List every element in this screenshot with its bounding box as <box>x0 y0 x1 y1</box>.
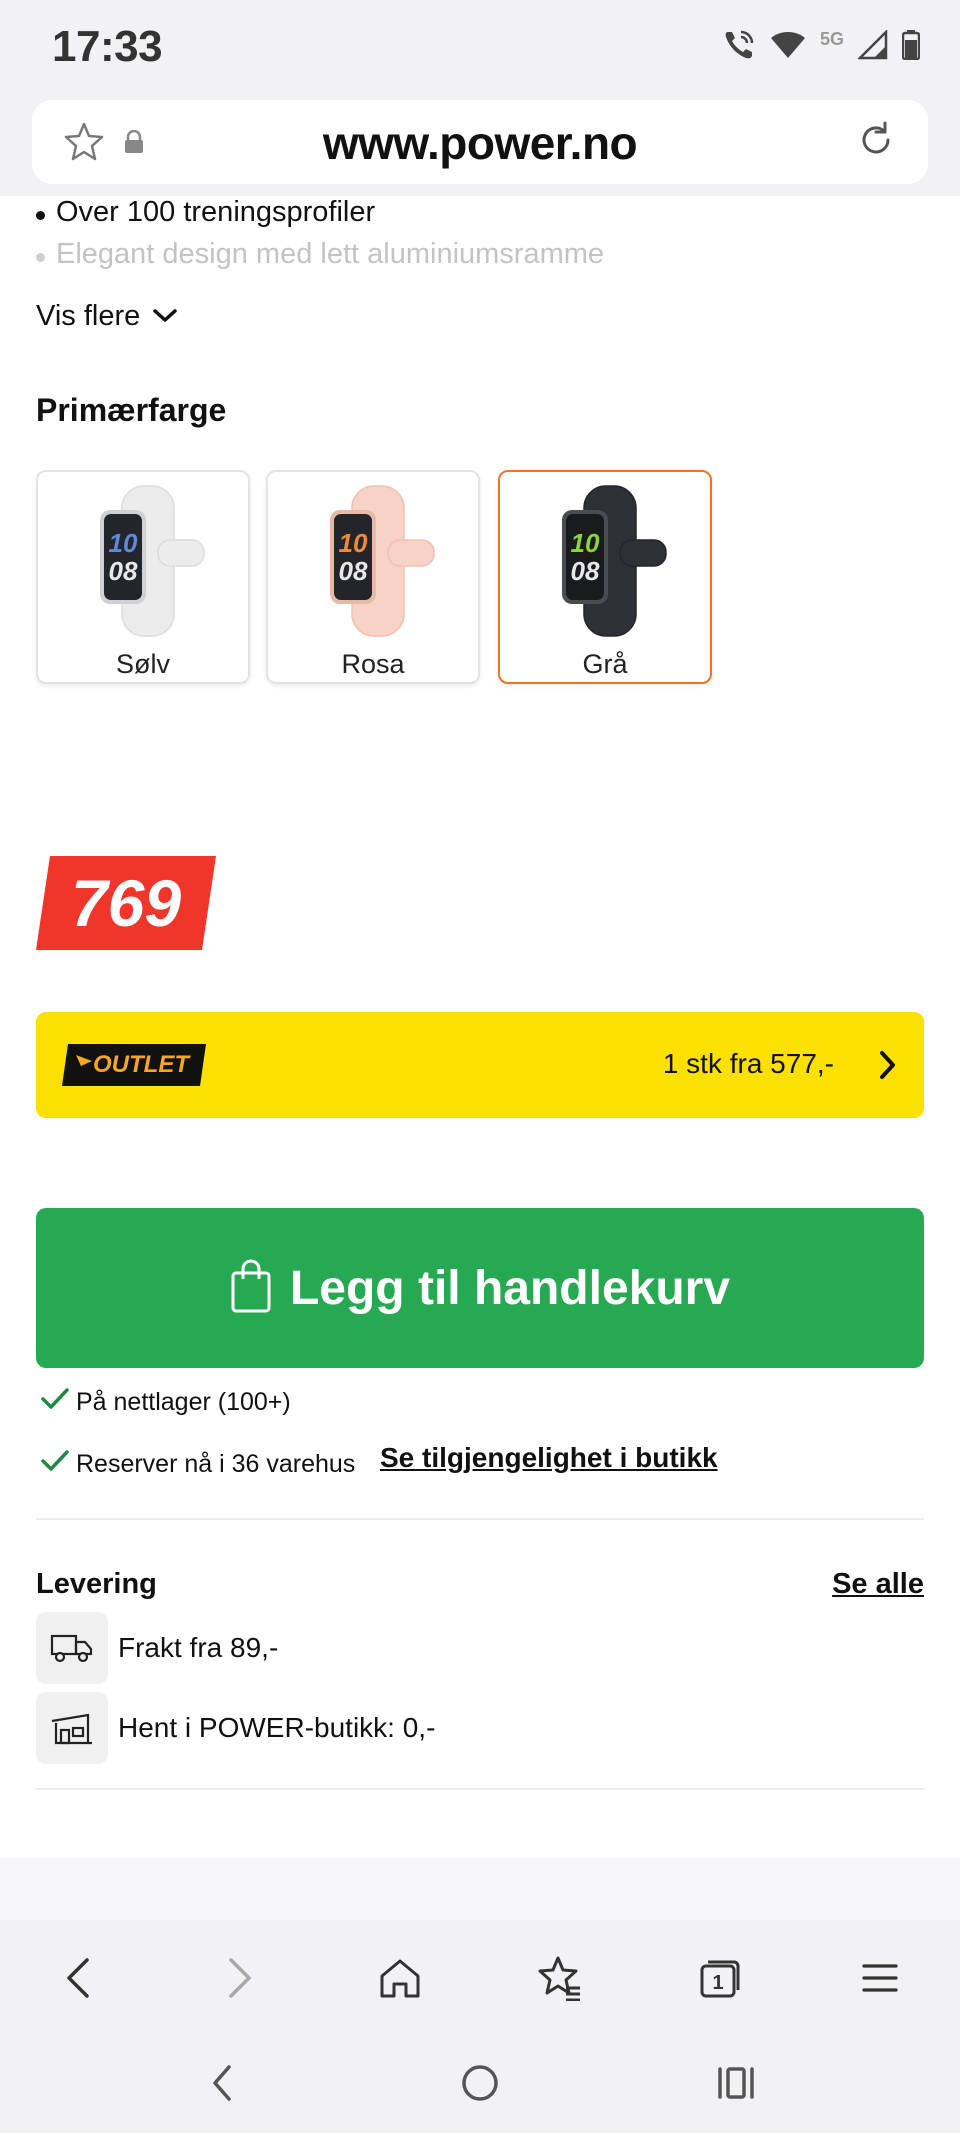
color-option-label: Rosa <box>341 649 405 679</box>
color-option-label: Grå <box>582 649 628 679</box>
outlet-offer-text: 1 stk fra 577,- <box>662 1048 834 1079</box>
svg-text:08: 08 <box>571 556 600 586</box>
wifi-icon <box>770 30 806 60</box>
stock-reserve-text: Reserver nå i 36 varehus <box>76 1450 356 1478</box>
home-icon[interactable] <box>370 1950 430 2006</box>
tabs-count: 1 <box>712 1972 723 1994</box>
chevron-right-icon <box>876 1048 900 1087</box>
wifi-call-icon <box>722 28 756 62</box>
watch-image-pink: 10 08 <box>330 485 435 637</box>
delivery-option-shipping: Frakt fra 89,- <box>36 1612 278 1684</box>
bookmarks-icon[interactable] <box>530 1950 590 2006</box>
feature-item: Over 100 treningsprofiler <box>35 196 376 228</box>
signal-icon <box>858 30 888 60</box>
delivery-option-pickup: Hent i POWER-butikk: 0,- <box>36 1692 435 1764</box>
color-option-solv[interactable]: 10 08 Sølv <box>36 470 250 684</box>
feature-item: Elegant design med lett aluminiumsramme <box>35 238 605 270</box>
checkmark-icon <box>40 1386 70 1419</box>
url-text[interactable]: www.power.no <box>32 116 928 170</box>
add-to-cart-label: Legg til handlekurv <box>289 1261 731 1315</box>
delivery-see-all-link[interactable]: Se alle <box>832 1568 924 1601</box>
outlet-offer-banner[interactable]: OUTLET 1 stk fra 577,- <box>36 1012 924 1118</box>
forward-icon[interactable] <box>210 1950 270 2006</box>
nav-recents-icon[interactable] <box>706 2058 766 2108</box>
svg-text:10: 10 <box>109 528 138 558</box>
watch-image-silver: 10 08 <box>100 485 205 637</box>
nav-back-icon[interactable] <box>192 2058 252 2108</box>
stock-online-text: På nettlager (100+) <box>76 1388 291 1416</box>
status-bar: 17:33 5G <box>0 0 960 96</box>
battery-icon <box>902 30 920 60</box>
store-availability-link[interactable]: Se tilgjengelighet i butikk <box>380 1442 718 1474</box>
status-icons: 5G <box>722 28 920 62</box>
svg-text:08: 08 <box>109 556 138 586</box>
watch-image-grey: 10 08 <box>562 485 667 637</box>
shopping-bag-icon <box>230 1259 272 1318</box>
truck-icon <box>36 1612 108 1684</box>
tabs-icon[interactable]: 1 <box>690 1950 750 2006</box>
color-option-gra[interactable]: 10 08 Grå <box>498 470 712 684</box>
color-option-label: Sølv <box>116 649 170 679</box>
system-nav-bar <box>0 2030 960 2133</box>
menu-icon[interactable] <box>850 1950 910 2006</box>
reload-icon[interactable] <box>854 118 898 167</box>
status-time: 17:33 <box>52 22 163 71</box>
color-option-rosa[interactable]: 10 08 Rosa <box>266 470 480 684</box>
svg-text:08: 08 <box>339 556 368 586</box>
stock-reserve: Reserver nå i 36 varehus <box>40 1448 355 1481</box>
browser-address-area: www.power.no <box>0 96 960 196</box>
network-type: 5G <box>819 28 844 49</box>
add-to-cart-button[interactable]: Legg til handlekurv <box>36 1208 924 1368</box>
nav-home-icon[interactable] <box>450 2058 510 2108</box>
price-tag: 769 <box>36 856 216 955</box>
address-bar[interactable]: www.power.no <box>32 100 928 184</box>
delivery-title: Levering <box>36 1568 157 1600</box>
stock-online: På nettlager (100+) <box>40 1386 291 1419</box>
color-section-title: Primærfarge <box>36 392 227 428</box>
outlet-badge-text: OUTLET <box>93 1051 189 1078</box>
svg-text:10: 10 <box>571 528 600 558</box>
price-value: 769 <box>70 866 182 940</box>
back-icon[interactable] <box>48 1950 108 2006</box>
store-icon <box>36 1692 108 1764</box>
checkmark-icon <box>40 1448 70 1481</box>
delivery-option-text: Hent i POWER-butikk: 0,- <box>118 1712 436 1743</box>
browser-toolbar: 1 <box>0 1920 960 2030</box>
show-more-label: Vis flere <box>36 300 141 332</box>
chevron-down-icon <box>152 300 178 333</box>
delivery-option-text: Frakt fra 89,- <box>118 1632 279 1663</box>
page-footer-band <box>0 1858 960 1920</box>
show-more-button[interactable]: Vis flere <box>36 300 178 333</box>
divider <box>36 1518 924 1520</box>
divider <box>36 1788 924 1790</box>
svg-text:10: 10 <box>339 528 368 558</box>
